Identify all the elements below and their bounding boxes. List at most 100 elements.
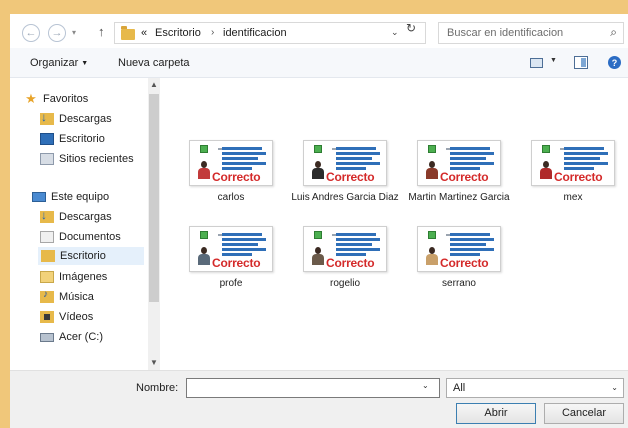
chevron-down-icon: ⌄ — [611, 383, 618, 392]
preview-pane-icon[interactable] — [574, 56, 588, 69]
thumbnail-lines — [564, 147, 610, 171]
green-square-icon — [428, 145, 436, 153]
open-button[interactable]: Abrir — [456, 403, 536, 424]
refresh-icon[interactable]: ↻ — [406, 21, 416, 35]
correct-badge: Correcto — [440, 170, 489, 184]
pictures-icon — [40, 271, 54, 283]
desktop-icon — [40, 133, 54, 145]
file-item[interactable]: Correcto Luis Andres Garcia Diaz — [288, 140, 402, 204]
search-icon[interactable]: ⌕ — [610, 25, 617, 40]
path-segment-escritorio[interactable]: Escritorio — [155, 27, 201, 39]
new-folder-button[interactable]: Nueva carpeta — [118, 57, 190, 69]
nav-item-label: Acer (C:) — [59, 331, 103, 343]
nav-scrollbar[interactable]: ▲ ▼ — [148, 78, 160, 370]
videos-icon — [40, 311, 54, 323]
correct-badge: Correcto — [326, 170, 375, 184]
green-square-icon — [200, 231, 208, 239]
nav-item-label: Descargas — [59, 211, 112, 223]
green-square-icon — [428, 231, 436, 239]
file-type-select[interactable]: All ⌄ — [446, 378, 624, 398]
person-photo-icon — [540, 161, 552, 179]
person-photo-icon — [312, 161, 324, 179]
correct-badge: Correcto — [554, 170, 603, 184]
help-icon[interactable]: ? — [608, 56, 621, 69]
file-list: Correcto carlos Correcto Luis Andres Garcia… — [160, 78, 628, 370]
path-overflow[interactable]: « — [141, 27, 147, 39]
search-placeholder: Buscar en identificacion — [447, 27, 564, 39]
scroll-down-icon[interactable]: ▼ — [148, 356, 160, 370]
nav-item-imagenes[interactable]: Imágenes — [40, 268, 107, 286]
nav-item-descargas[interactable]: Descargas — [40, 110, 112, 128]
thumbnail-lines — [450, 233, 496, 257]
nav-item-label: Vídeos — [59, 311, 94, 323]
music-icon — [40, 289, 54, 303]
nav-item-label: Documentos — [59, 231, 121, 243]
person-photo-icon — [198, 247, 210, 265]
file-item[interactable]: Correcto serrano — [402, 226, 516, 290]
person-photo-icon — [198, 161, 210, 179]
file-item[interactable]: Correcto profe — [174, 226, 288, 290]
nav-item-acer-c[interactable]: Acer (C:) — [40, 328, 103, 346]
file-thumbnail: Correcto — [189, 226, 273, 272]
recent-places-icon — [40, 153, 54, 165]
nav-item-musica[interactable]: Música — [40, 288, 94, 306]
nav-item-este-equipo[interactable]: Este equipo — [32, 188, 109, 206]
organize-button[interactable]: Organizar ▼ — [30, 57, 88, 69]
nav-item-videos[interactable]: Vídeos — [40, 308, 93, 326]
dialog-footer: Nombre: ⌄ All ⌄ Abrir Cancelar — [10, 370, 628, 428]
search-input[interactable]: Buscar en identificacion ⌕ — [438, 22, 624, 44]
thumbnail-lines — [222, 147, 268, 171]
path-chevron-icon[interactable]: › — [211, 27, 214, 38]
navigation-pane: ★ Favoritos Descargas Escritorio Sitios … — [10, 78, 158, 370]
nav-item-descargas-pc[interactable]: Descargas — [40, 208, 112, 226]
cancel-button[interactable]: Cancelar — [544, 403, 624, 424]
recent-locations-caret-icon[interactable]: ▾ — [72, 28, 76, 37]
scroll-thumb[interactable] — [149, 94, 159, 302]
file-item[interactable]: Correcto rogelio — [288, 226, 402, 290]
file-item[interactable]: Correcto mex — [516, 140, 628, 204]
address-bar[interactable]: « Escritorio › identificacion ⌄ — [114, 22, 426, 44]
nav-item-label: Sitios recientes — [59, 153, 134, 165]
file-thumbnail: Correcto — [531, 140, 615, 186]
star-icon: ★ — [25, 91, 37, 106]
path-segment-identificacion[interactable]: identificacion — [223, 27, 287, 39]
folder-icon — [121, 26, 135, 40]
up-arrow-icon[interactable]: ↑ — [98, 24, 105, 39]
filename-label: Nombre: — [136, 382, 179, 394]
person-photo-icon — [426, 247, 438, 265]
view-options-caret-icon[interactable]: ▼ — [550, 57, 557, 64]
nav-item-label: Imágenes — [59, 271, 108, 283]
file-item[interactable]: Correcto Martin Martinez Garcia — [402, 140, 516, 204]
nav-item-escritorio[interactable]: Escritorio — [40, 130, 105, 148]
forward-button[interactable]: → — [48, 24, 66, 42]
change-view-icon[interactable] — [530, 58, 543, 68]
nav-item-label: Favoritos — [43, 93, 89, 105]
nav-item-sitios-recientes[interactable]: Sitios recientes — [40, 150, 134, 168]
nav-item-label: Escritorio — [59, 133, 105, 145]
back-arrow-icon: ← — [25, 27, 37, 39]
nav-item-label: Música — [59, 291, 94, 303]
organize-caret-icon: ▼ — [81, 60, 89, 67]
green-square-icon — [542, 145, 550, 153]
green-square-icon — [314, 145, 322, 153]
address-dropdown-icon[interactable]: ⌄ — [391, 27, 399, 38]
thumbnail-lines — [336, 147, 382, 171]
file-name: carlos — [217, 192, 245, 203]
nav-item-favoritos[interactable]: ★ Favoritos — [24, 90, 88, 108]
nav-item-documentos[interactable]: Documentos — [40, 228, 121, 246]
correct-badge: Correcto — [440, 256, 489, 270]
filename-input[interactable] — [186, 378, 440, 398]
back-button[interactable]: ← — [22, 24, 40, 42]
file-item[interactable]: Correcto carlos — [174, 140, 288, 204]
toolbar: Organizar ▼ Nueva carpeta ▼ ? — [10, 48, 628, 78]
forward-arrow-icon: → — [51, 27, 63, 39]
nav-item-escritorio-pc[interactable]: Escritorio — [38, 247, 144, 265]
scroll-up-icon[interactable]: ▲ — [148, 78, 160, 92]
thumbnail-lines — [222, 233, 268, 257]
computer-icon — [32, 192, 46, 202]
filename-dropdown-icon[interactable]: ⌄ — [422, 381, 429, 390]
file-name: Martin Martinez Garcia — [408, 192, 510, 203]
person-photo-icon — [312, 247, 324, 265]
nav-item-label: Este equipo — [51, 191, 110, 203]
correct-badge: Correcto — [326, 256, 375, 270]
